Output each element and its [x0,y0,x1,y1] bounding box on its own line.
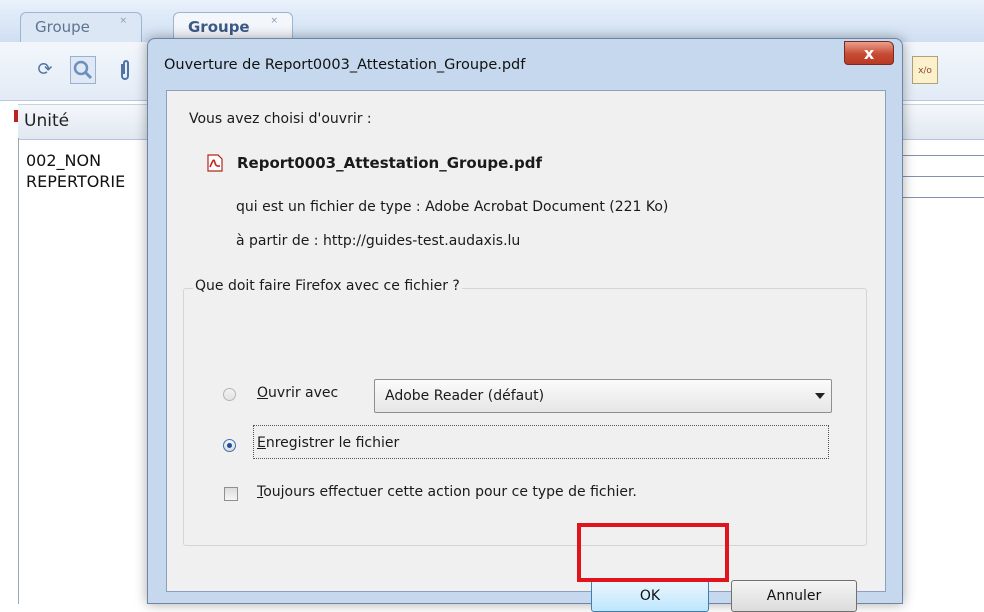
chosen-label: Vous avez choisi d'ouvrir : [189,111,372,127]
column-header-unite[interactable]: Unité [24,111,69,131]
always-do-label[interactable]: Toujours effectuer cette action pour ce … [257,484,637,500]
tab-groupe-1[interactable]: Groupe × [20,12,142,42]
open-with-select[interactable]: Adobe Reader (défaut) [374,379,832,413]
grid-border [18,138,19,604]
cell-line: REPERTORIE [26,172,126,191]
dialog-title: Ouverture de Report0003_Attestation_Grou… [164,57,526,73]
close-button[interactable]: x [844,41,894,65]
file-source: à partir de : http://guides-test.audaxis… [236,233,520,249]
tab-label: Groupe [35,18,90,36]
open-with-selected-value: Adobe Reader (défaut) [385,388,545,404]
mnemonic: E [257,435,266,451]
tab-close-icon[interactable]: × [119,7,127,35]
cell-line: 002_NON [26,151,102,170]
grid-cell-unite[interactable]: 002_NON REPERTORIE [26,150,156,192]
mnemonic: O [257,385,269,401]
grid-row-line [900,197,984,198]
grid-row-line [900,176,984,177]
tab-close-icon[interactable]: × [270,7,278,35]
search-icon[interactable] [70,56,96,84]
file-type-value: Adobe Acrobat Document (221 Ko) [425,199,669,215]
refresh-icon[interactable]: ⟳ [32,56,58,84]
file-name: Report0003_Attestation_Groupe.pdf [237,154,543,172]
ok-highlight-box [577,523,729,582]
open-with-text: uvrir avec [268,385,339,401]
attachment-icon[interactable] [112,56,138,84]
open-with-label[interactable]: Ouvrir avec [257,385,338,401]
ok-button[interactable]: OK [591,580,709,612]
file-source-label: à partir de : [236,233,319,249]
save-file-label[interactable]: Enregistrer le fichier [257,435,399,451]
file-type-label: qui est un fichier de type : [236,199,421,215]
open-with-radio[interactable] [223,388,236,401]
always-do-text: oujours effectuer cette action pour ce t… [263,484,637,500]
app-tab-bar: Groupe × Groupe × [0,0,984,42]
save-file-text: nregistrer le fichier [265,435,400,451]
pdf-file-icon [207,154,223,172]
file-type: qui est un fichier de type : Adobe Acrob… [236,199,668,215]
cancel-button[interactable]: Annuler [731,580,857,612]
chevron-down-icon [815,393,825,399]
save-file-radio[interactable] [223,439,236,452]
file-source-value: http://guides-test.audaxis.lu [322,233,521,249]
file-open-dialog: Ouverture de Report0003_Attestation_Grou… [147,38,903,612]
grid-row-line [900,155,984,156]
tab-label: Groupe [188,18,250,36]
dialog-body: Vous avez choisi d'ouvrir : Report0003_A… [166,90,886,612]
always-do-checkbox[interactable] [224,487,238,501]
action-group-box [183,288,867,546]
export-xml-icon[interactable]: x/o [912,56,938,84]
action-question: Que doit faire Firefox avec ce fichier ? [193,278,462,294]
